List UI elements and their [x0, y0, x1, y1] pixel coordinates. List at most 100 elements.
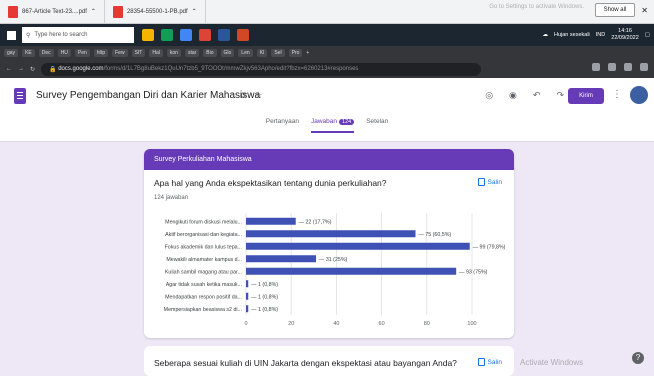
- undo-icon[interactable]: ↶: [533, 90, 541, 101]
- clock[interactable]: 14:16 22/09/2022: [611, 28, 639, 42]
- data-label: — 1 (0,8%): [251, 282, 278, 288]
- star-icon[interactable]: ☆: [254, 90, 262, 101]
- copy-icon: [477, 178, 485, 186]
- edge-icon[interactable]: [180, 29, 192, 41]
- section-title: Survey Perkuliahan Mahasiswa: [144, 149, 514, 170]
- file-explorer-icon[interactable]: [142, 29, 154, 41]
- browser-tab[interactable]: Glo: [220, 49, 235, 57]
- browser-tab[interactable]: Len: [238, 49, 253, 57]
- browser-tab[interactable]: Few: [112, 49, 128, 57]
- forward-icon[interactable]: →: [18, 66, 24, 72]
- browser-tab[interactable]: Dec: [38, 49, 54, 57]
- back-icon[interactable]: ←: [6, 66, 12, 72]
- x-tick-label: 60: [379, 321, 385, 327]
- bookmark-star-icon[interactable]: [608, 63, 616, 71]
- show-all-button[interactable]: Show all: [594, 3, 636, 17]
- url-host: docs.google.com: [58, 66, 104, 72]
- data-label: — 99 (79,8%): [473, 244, 506, 250]
- word-icon[interactable]: [218, 29, 230, 41]
- form-tabs: Pertanyaan Jawaban 124 Setelan: [0, 118, 654, 133]
- share-icon[interactable]: [592, 63, 600, 71]
- search-placeholder: Type here to search: [34, 32, 88, 38]
- more-options-icon[interactable]: ⋮: [612, 89, 622, 100]
- browser-tab[interactable]: star: [184, 49, 200, 57]
- browser-tab[interactable]: Pro: [288, 49, 303, 57]
- pdf-reader-icon[interactable]: [237, 29, 249, 41]
- chrome-icon[interactable]: [199, 29, 211, 41]
- copy-chart-button[interactable]: Salin: [477, 178, 502, 186]
- notification-icon[interactable]: ▢: [645, 32, 650, 38]
- bar: [246, 305, 249, 313]
- copy-label: Salin: [487, 358, 502, 366]
- data-label: — 31 (25%): [319, 257, 347, 263]
- weather-icon[interactable]: ☁: [543, 32, 549, 38]
- tab-settings[interactable]: Setelan: [366, 118, 388, 133]
- browser-tab[interactable]: Hal: [149, 49, 163, 57]
- browser-tab[interactable]: Sel: [271, 49, 285, 57]
- chevron-up-icon[interactable]: ⌃: [91, 8, 96, 15]
- data-label: — 1 (0,8%): [251, 294, 278, 300]
- bar: [246, 230, 416, 238]
- preview-icon[interactable]: ◉: [509, 90, 517, 101]
- browser-tab[interactable]: gay: [4, 49, 19, 57]
- question-title: Apa hal yang Anda ekspektasikan tentang …: [154, 178, 387, 188]
- question-summary-card: Seberapa sesuai kuliah di UIN Jakarta de…: [144, 346, 514, 376]
- help-button[interactable]: ?: [632, 352, 644, 364]
- send-button[interactable]: Kirim: [568, 88, 604, 104]
- data-label: — 75 (60,5%): [419, 232, 452, 238]
- google-forms-icon[interactable]: [14, 88, 26, 104]
- bar: [246, 267, 457, 275]
- category-label: Agar tidak susah ketika masuk...: [166, 282, 242, 288]
- bar: [246, 242, 470, 250]
- clock-time: 14:16: [618, 28, 632, 34]
- browser-tab[interactable]: http: [93, 49, 109, 57]
- extensions-icon[interactable]: [624, 63, 632, 71]
- browser-tab[interactable]: HU: [57, 49, 71, 57]
- category-label: Mendapatkan respon positif da...: [165, 294, 242, 300]
- x-tick-label: 20: [288, 321, 294, 327]
- palette-icon[interactable]: ◎: [485, 90, 493, 101]
- tab-questions[interactable]: Pertanyaan: [266, 118, 299, 133]
- chevron-up-icon[interactable]: ⌃: [192, 8, 197, 15]
- store-icon[interactable]: [161, 29, 173, 41]
- data-label: — 93 (75%): [459, 269, 487, 275]
- form-title[interactable]: Survey Pengembangan Diri dan Karier Maha…: [36, 90, 260, 101]
- browser-tab[interactable]: Bio: [203, 49, 217, 57]
- redo-icon[interactable]: ↷: [556, 90, 564, 101]
- download-file-name: 867-Article Text-23....pdf: [22, 8, 87, 15]
- copy-chart-button[interactable]: Salin: [477, 358, 502, 366]
- windows-start-button[interactable]: [0, 24, 22, 46]
- folder-move-icon[interactable]: ⧉: [240, 90, 246, 101]
- download-bar: 867-Article Text-23....pdf ⌃ 28354-55500…: [0, 0, 654, 24]
- browser-tab[interactable]: KI: [256, 49, 268, 57]
- question-summary-card: Survey Perkuliahan Mahasiswa Apa hal yan…: [144, 149, 514, 338]
- clock-date: 22/09/2022: [611, 35, 639, 41]
- url-input[interactable]: 🔒 docs.google.com /forms/d/1L7Bg8uBekz1Q…: [41, 62, 482, 76]
- address-bar-row: ← → ↻ 🔒 docs.google.com /forms/d/1L7Bg8u…: [0, 60, 654, 78]
- browser-tab[interactable]: SIT: [131, 49, 146, 57]
- response-count-text: 124 jawaban: [154, 195, 189, 201]
- reload-icon[interactable]: ↻: [30, 66, 35, 73]
- taskbar-search-input[interactable]: ⚲ Type here to search: [22, 27, 134, 43]
- tab-responses[interactable]: Jawaban 124: [310, 118, 355, 133]
- language-indicator[interactable]: IND: [596, 32, 605, 38]
- download-item[interactable]: 867-Article Text-23....pdf ⌃: [0, 0, 105, 24]
- category-label: Mengikuti forum diskusi melalu...: [165, 219, 242, 225]
- profile-icon[interactable]: [640, 63, 648, 71]
- new-tab-button[interactable]: +: [306, 50, 309, 56]
- close-icon[interactable]: ✕: [641, 6, 648, 15]
- browser-tab[interactable]: Pen: [74, 49, 90, 57]
- url-path: /forms/d/1L7Bg8uBekz1QuUn7tzb5_9TOOOt/mm…: [103, 66, 359, 72]
- question-title: Seberapa sesuai kuliah di UIN Jakarta de…: [154, 358, 457, 368]
- category-label: Mewakili almamater kampus d...: [166, 257, 242, 263]
- windows-activation-watermark: Go to Settings to activate Windows.: [489, 4, 584, 10]
- browser-tab[interactable]: kon: [166, 49, 181, 57]
- bar: [246, 280, 249, 288]
- browser-tab[interactable]: KE: [22, 49, 35, 57]
- avatar[interactable]: [630, 86, 648, 104]
- copy-icon: [477, 358, 485, 366]
- data-label: — 22 (17,7%): [299, 219, 332, 225]
- category-label: Aktif berorganisasi dan kegiata...: [165, 232, 242, 238]
- download-file-name: 28354-55500-1-PB.pdf: [126, 8, 188, 15]
- download-item[interactable]: 28354-55500-1-PB.pdf ⌃: [105, 0, 206, 24]
